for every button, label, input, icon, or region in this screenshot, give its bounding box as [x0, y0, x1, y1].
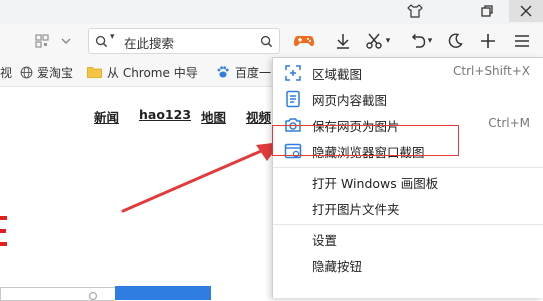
menu-item-settings[interactable]: 设置: [273, 226, 543, 252]
game-controller-icon[interactable]: [290, 27, 318, 55]
close-window-icon[interactable]: [509, 0, 543, 22]
folder-icon: [87, 67, 102, 78]
search-icon[interactable]: [260, 35, 273, 48]
logo-fragment: [0, 216, 7, 246]
toolbar: ▾ 在此搜索 ▾ ▾: [0, 24, 543, 59]
bookmark-aitaobao[interactable]: 爱淘宝: [20, 58, 73, 86]
menu-item-hide-button[interactable]: 隐藏按钮: [273, 252, 543, 278]
menu-item-webpage-content-screenshot[interactable]: 网页内容截图: [273, 86, 543, 112]
undo-dropdown-icon[interactable]: ▾: [424, 27, 436, 55]
nav-link-map[interactable]: 地图: [201, 107, 226, 126]
screenshot-dropdown-icon[interactable]: ▾: [380, 27, 396, 55]
menu-item-open-paint[interactable]: 打开 Windows 画图板: [273, 169, 543, 195]
region-screenshot-icon: [285, 65, 301, 81]
baidu-paw-icon: [217, 66, 229, 78]
red-arrow-annotation: [121, 142, 281, 213]
red-highlight-box: [272, 125, 459, 156]
restore-icon[interactable]: [470, 0, 504, 22]
nav-link-video[interactable]: 视频: [246, 107, 271, 126]
night-mode-icon[interactable]: [441, 27, 469, 55]
menu-separator: [273, 167, 543, 168]
document-icon: [286, 90, 300, 108]
chevron-down-icon[interactable]: [52, 27, 80, 55]
search-bar[interactable]: ▾ 在此搜索: [88, 28, 280, 54]
new-tab-icon[interactable]: [474, 27, 502, 55]
bookmark-baidu[interactable]: 百度一: [216, 58, 271, 86]
nav-link-news[interactable]: 新闻: [94, 107, 119, 126]
search-engine-icon[interactable]: [95, 35, 108, 48]
camera-icon[interactable]: [87, 289, 99, 301]
page-search-input[interactable]: [0, 287, 115, 301]
globe-icon: [20, 66, 33, 78]
title-bar: [0, 0, 543, 24]
bookmark-folder-chrome[interactable]: 从 Chrome 中导: [87, 58, 198, 86]
menu-item-region-screenshot[interactable]: 区域截图 Ctrl+Shift+X: [273, 60, 543, 86]
screenshot-menu: 区域截图 Ctrl+Shift+X 网页内容截图 保存网页为图片 Ctrl+M …: [272, 57, 543, 298]
search-input[interactable]: 在此搜索: [124, 33, 174, 52]
bookmark-item[interactable]: 视: [0, 58, 12, 86]
download-icon[interactable]: [329, 27, 357, 55]
skin-icon[interactable]: [398, 0, 432, 22]
menu-item-open-image-folder[interactable]: 打开图片文件夹: [273, 195, 543, 221]
nav-link-hao123[interactable]: hao123: [139, 107, 191, 122]
engine-dropdown-icon[interactable]: ▾: [110, 32, 115, 42]
menu-icon[interactable]: [508, 27, 536, 55]
menu-separator: [273, 224, 543, 225]
